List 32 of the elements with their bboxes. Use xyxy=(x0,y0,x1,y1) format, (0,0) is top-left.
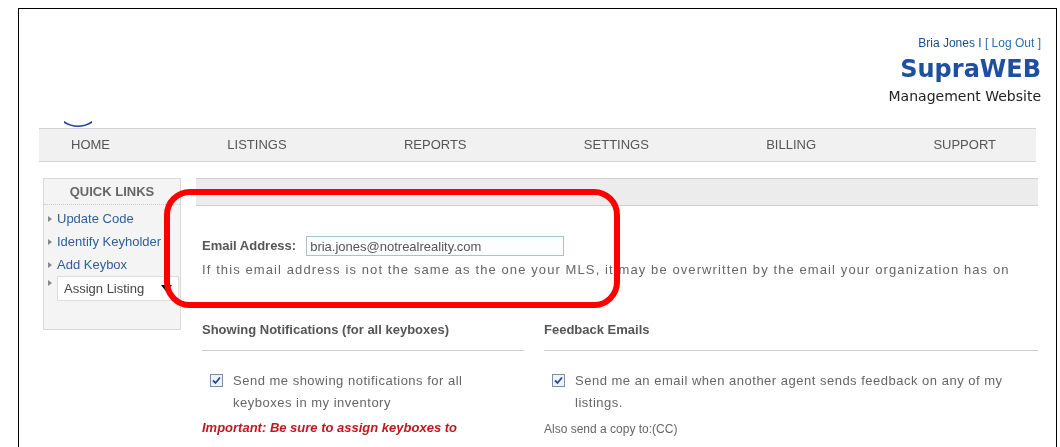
warning-text: Important: Be sure to assign keyboxes to xyxy=(202,418,458,437)
email-label: Email Address: xyxy=(202,237,297,256)
logo-icon xyxy=(63,120,93,128)
quick-link[interactable]: Update Code xyxy=(57,208,134,229)
separator: I xyxy=(978,36,982,50)
quick-link[interactable]: Identify Keyholder xyxy=(57,231,162,252)
feedback-option: Send me an email when another agent sends feedback on any of my listings. xyxy=(575,369,1038,414)
bullet-icon xyxy=(48,238,52,245)
cc-label: Also send a copy to:(CC) xyxy=(544,420,679,438)
bullet-icon xyxy=(48,215,52,222)
showing-option: Send me showing notifications for all keyboxes in my inventory xyxy=(233,369,524,414)
nav-link[interactable]: SUPPORT xyxy=(933,135,996,155)
checkbox[interactable] xyxy=(210,373,223,387)
brand-title: SupraWEB xyxy=(900,54,1041,84)
logout-link[interactable]: [ Log Out ] xyxy=(984,36,1041,50)
email-field[interactable]: bria.jones@notrealreality.com xyxy=(306,236,565,256)
nav-link[interactable]: REPORTS xyxy=(403,135,467,155)
checkbox[interactable] xyxy=(552,373,565,387)
nav-link[interactable]: SETTINGS xyxy=(583,135,649,155)
bullet-icon xyxy=(48,280,52,286)
brand-subtitle: Management Website xyxy=(888,87,1041,106)
quick-links-title: QUICK LINKS xyxy=(44,179,180,205)
user-name[interactable]: Bria Jones xyxy=(918,36,975,50)
feedback-title: Feedback Emails xyxy=(544,320,1038,351)
nav-link[interactable]: HOME xyxy=(71,135,110,155)
checkmark-icon xyxy=(554,375,563,385)
bullet-icon xyxy=(48,261,52,268)
checkmark-icon xyxy=(212,375,221,385)
nav-link[interactable]: LISTINGS xyxy=(227,135,287,155)
nav-link[interactable]: BILLING xyxy=(766,135,817,155)
showing-title: Showing Notifications (for all keyboxes) xyxy=(202,320,524,351)
quick-link[interactable]: Add Keybox xyxy=(57,254,128,275)
